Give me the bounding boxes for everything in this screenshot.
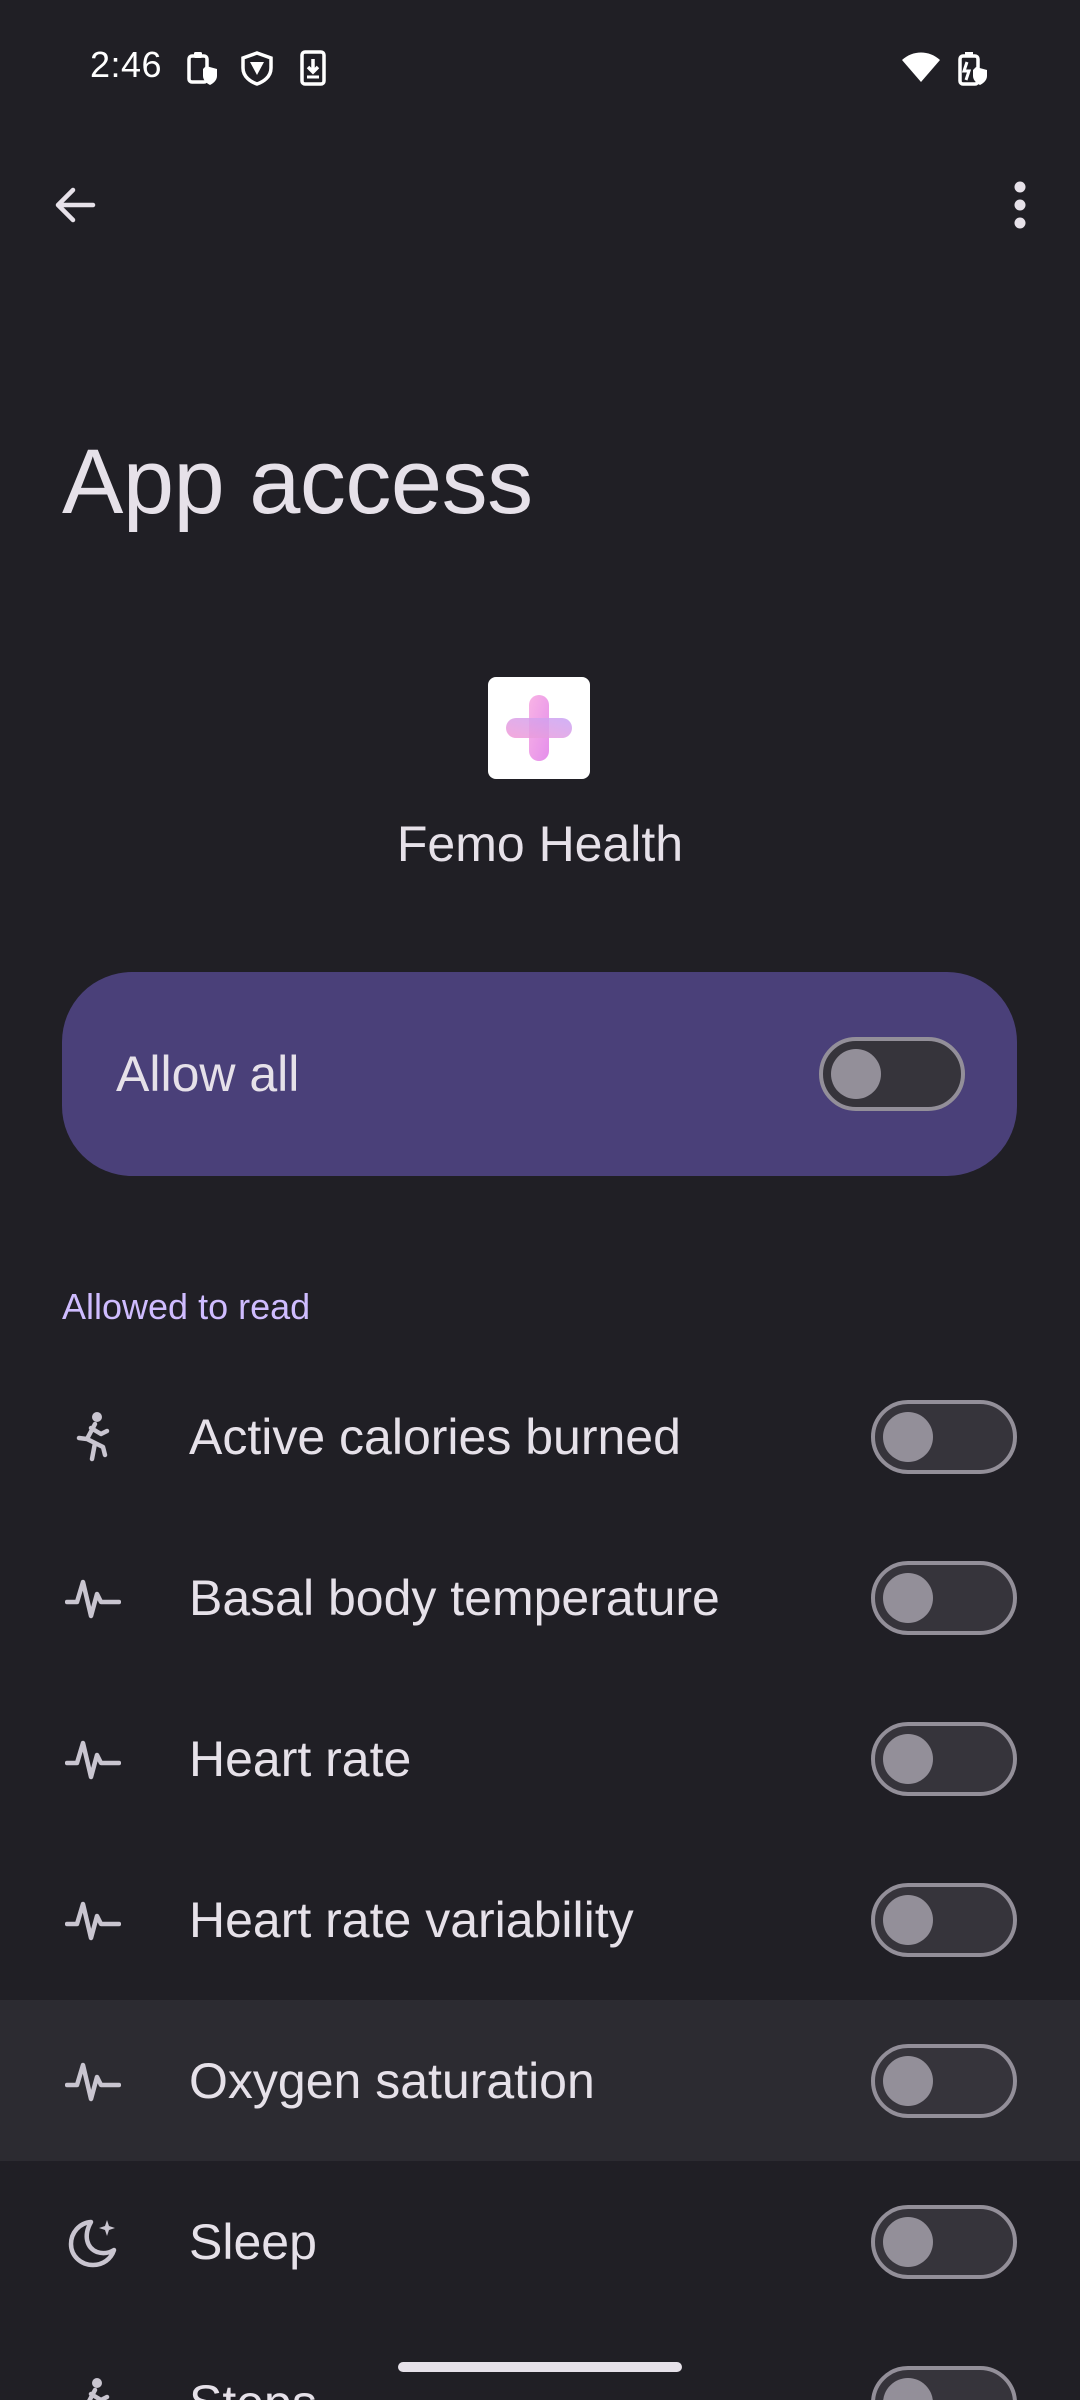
permission-label: Heart rate [189,1730,412,1787]
permission-toggle[interactable] [871,2204,1017,2279]
permission-label: Oxygen saturation [189,2052,595,2109]
permission-label: Basal body temperature [189,1569,720,1626]
vitals-icon [62,1567,124,1629]
toggle-knob [883,2377,933,2400]
permission-toggle[interactable] [871,1882,1017,1957]
more-vert-icon [1014,181,1026,229]
permission-row-heart-rate-variability[interactable]: Heart rate variability [0,1839,1080,2000]
permission-label: Sleep [189,2213,317,2270]
running-icon [62,1406,124,1468]
toggle-knob [883,2055,933,2106]
permission-row-oxygen-saturation[interactable]: Oxygen saturation [0,2000,1080,2161]
vpn-shield-icon [240,50,274,86]
permission-toggle[interactable] [871,2043,1017,2118]
permission-row-basal-body-temperature[interactable]: Basal body temperature [0,1517,1080,1678]
more-options-button[interactable] [990,170,1050,240]
permission-label: Heart rate variability [189,1891,634,1948]
permission-label: Active calories burned [189,1408,681,1465]
vitals-icon [62,1728,124,1790]
download-icon [296,50,330,86]
app-logo-icon [488,677,590,779]
sleep-icon [62,2211,124,2273]
vitals-icon [62,1889,124,1951]
toggle-knob [883,2216,933,2267]
toggle-knob [831,1049,881,1099]
status-time: 2:46 [90,44,163,85]
app-access-screen: 2:46 App access Femo Health Allow all Al… [0,0,1080,2400]
toggle-knob [883,1411,933,1462]
permission-row-heart-rate[interactable]: Heart rate [0,1678,1080,1839]
section-header: Allowed to read [62,1286,311,1327]
permission-row-active-calories[interactable]: Active calories burned [0,1356,1080,1517]
wifi-icon [900,50,942,86]
toggle-knob [883,1894,933,1945]
allow-all-label: Allow all [116,1046,300,1102]
arrow-back-icon [55,187,96,223]
permission-list: Active calories burned Basal body temper… [0,1356,1080,2400]
permission-toggle[interactable] [871,1721,1017,1796]
status-bar: 2:46 [0,0,1080,130]
permission-row-sleep[interactable]: Sleep [0,2161,1080,2322]
gesture-navigation-bar[interactable] [398,2362,682,2372]
page-title: App access [62,431,533,533]
app-name: Femo Health [396,816,684,872]
permission-row-steps[interactable]: Steps [0,2322,1080,2400]
permission-toggle[interactable] [871,2365,1017,2400]
clipboard-shield-icon [186,50,220,86]
allow-all-toggle[interactable] [819,1037,965,1111]
back-button[interactable] [40,170,110,240]
permission-label: Steps [189,2374,317,2400]
permission-toggle[interactable] [871,1399,1017,1474]
vitals-icon [62,2050,124,2112]
battery-icon [956,50,990,86]
permission-toggle[interactable] [871,1560,1017,1635]
toggle-knob [883,1572,933,1623]
allow-all-row[interactable]: Allow all [62,972,1017,1176]
running-icon [62,2372,124,2400]
toggle-knob [883,1733,933,1784]
